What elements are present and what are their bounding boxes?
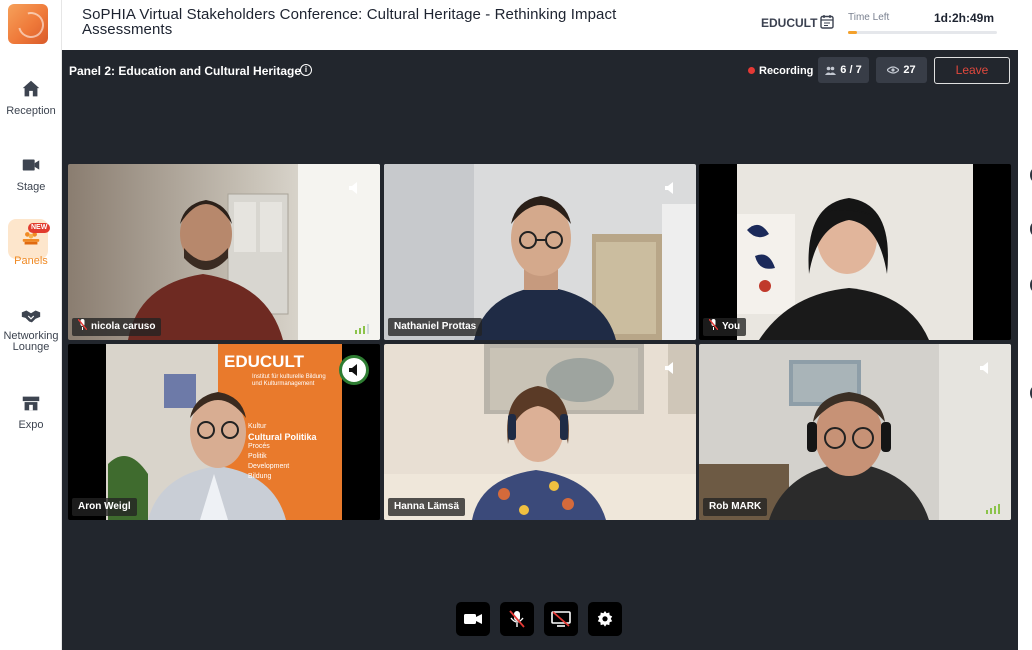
banner-word: Politik [248, 453, 267, 460]
sidebar: Reception Stage Panels NEW Networking Lo… [0, 0, 62, 650]
handshake-icon [21, 310, 41, 323]
conference-title: SoPHIA Virtual Stakeholders Conference: … [82, 6, 617, 38]
video-feed [68, 164, 380, 340]
recording-dot-icon [748, 67, 755, 74]
banner-line: Institut für kulturelle Bildung [252, 374, 326, 380]
eye-icon [887, 66, 900, 74]
people-icon [825, 66, 837, 75]
banner-line: und Kulturmanagement [252, 381, 315, 387]
participants-count[interactable]: 6 / 7 [818, 57, 869, 83]
signal-strength-icon [355, 324, 369, 334]
video-feed [384, 344, 696, 520]
speaker-icon [980, 362, 988, 374]
video-camera-icon [22, 159, 40, 171]
participant-name: Hanna Lämsä [394, 501, 460, 512]
settings-button[interactable] [588, 602, 622, 636]
sidebar-item-label-line2: Lounge [12, 341, 50, 353]
participant-name-tag: Rob MARK [703, 498, 768, 516]
sidebar-item-stage[interactable]: Stage [0, 154, 62, 193]
banner-word: Bildung [248, 473, 272, 480]
speaker-icon [665, 362, 673, 374]
banner-lines: Institut für kulturelle Bildung und Kult… [252, 374, 326, 388]
video-stage: Panel 2: Education and Cultural Heritage… [62, 50, 1018, 650]
time-left-value: 1d:2h:49m [934, 11, 995, 25]
screen-share-toggle-button[interactable] [544, 602, 578, 636]
banner-word: Procés [248, 443, 270, 450]
screen-share-off-icon [551, 611, 571, 627]
participant-name: Nathaniel Prottas [394, 321, 477, 332]
home-icon [22, 80, 40, 97]
sidebar-item-expo[interactable]: Expo [0, 392, 62, 431]
store-icon [22, 396, 40, 411]
participant-name-tag: Nathaniel Prottas [388, 318, 483, 336]
video-tile-hanna-lamsa[interactable]: Hanna Lämsä [384, 344, 696, 520]
participant-name: Rob MARK [709, 501, 762, 512]
banner-words: Kultur Cultural Politika Procés Politik … [248, 422, 338, 482]
banner-brand: EDUCULT [224, 352, 304, 371]
video-tile-aron-weigl[interactable]: EDUCULT Institut für kulturelle Bildung … [68, 344, 380, 520]
participants-count-value: 6 / 7 [840, 64, 862, 76]
sidebar-item-networking-lounge[interactable]: Networking Lounge [0, 305, 62, 353]
sidebar-item-label: Expo [18, 419, 44, 431]
microphone-muted-icon [78, 319, 87, 330]
new-badge: NEW [28, 223, 51, 233]
time-progress-fill [848, 31, 857, 34]
top-header: SoPHIA Virtual Stakeholders Conference: … [62, 0, 1032, 50]
video-tile-nathaniel-prottas[interactable]: Nathaniel Prottas [384, 164, 696, 340]
participant-name-tag: You [703, 318, 747, 336]
camera-icon [464, 614, 482, 624]
video-tile-nicola-caruso[interactable]: nicola caruso [68, 164, 380, 340]
sidebar-item-label: Panels [14, 255, 48, 267]
banner-word: Kultur [248, 423, 267, 430]
microphone-toggle-button[interactable] [500, 602, 534, 636]
participant-name-tag: nicola caruso [72, 318, 162, 336]
participant-name: Aron Weigl [78, 501, 131, 512]
speaker-icon [349, 364, 357, 376]
microphone-off-icon [509, 610, 525, 628]
signal-strength-icon [986, 504, 1000, 514]
sidebar-item-reception[interactable]: Reception [0, 78, 62, 117]
time-progress-bar [848, 31, 997, 34]
recording-label: Recording [759, 65, 814, 77]
leave-button[interactable]: Leave [934, 57, 1010, 84]
banner-word: Development [248, 463, 290, 470]
video-feed [384, 164, 696, 340]
microphone-muted-icon [709, 319, 718, 330]
info-icon[interactable]: i [300, 64, 312, 76]
sidebar-item-label: Stage [16, 181, 46, 193]
camera-toggle-button[interactable] [456, 602, 490, 636]
video-tile-rob-mark[interactable]: Rob MARK [699, 344, 1011, 520]
sidebar-item-label: Reception [6, 105, 56, 117]
viewers-count-value: 27 [903, 64, 916, 76]
viewers-count[interactable]: 27 [876, 57, 927, 83]
organizer-name: EDUCULT [761, 16, 818, 30]
participant-name-tag: Aron Weigl [72, 498, 137, 516]
sidebar-item-panels[interactable]: Panels [0, 228, 62, 267]
call-controls [456, 602, 622, 636]
participant-name-tag: Hanna Lämsä [388, 498, 466, 516]
time-left-label: Time Left [848, 12, 890, 23]
participant-name: You [722, 321, 741, 332]
banner-word: Cultural Politika [248, 432, 317, 442]
video-tile-you[interactable]: You [699, 164, 1011, 340]
calendar-icon[interactable] [820, 14, 834, 29]
event-logo[interactable] [8, 4, 48, 44]
speaker-icon [349, 182, 357, 194]
video-feed [699, 344, 1011, 520]
settings-gear-icon [597, 611, 613, 627]
panel-title: Panel 2: Education and Cultural Heritage [69, 64, 302, 78]
right-side-panel-edge [1018, 50, 1032, 650]
video-feed [699, 164, 1011, 340]
participant-name: nicola caruso [91, 321, 156, 332]
speaker-icon [665, 182, 673, 194]
